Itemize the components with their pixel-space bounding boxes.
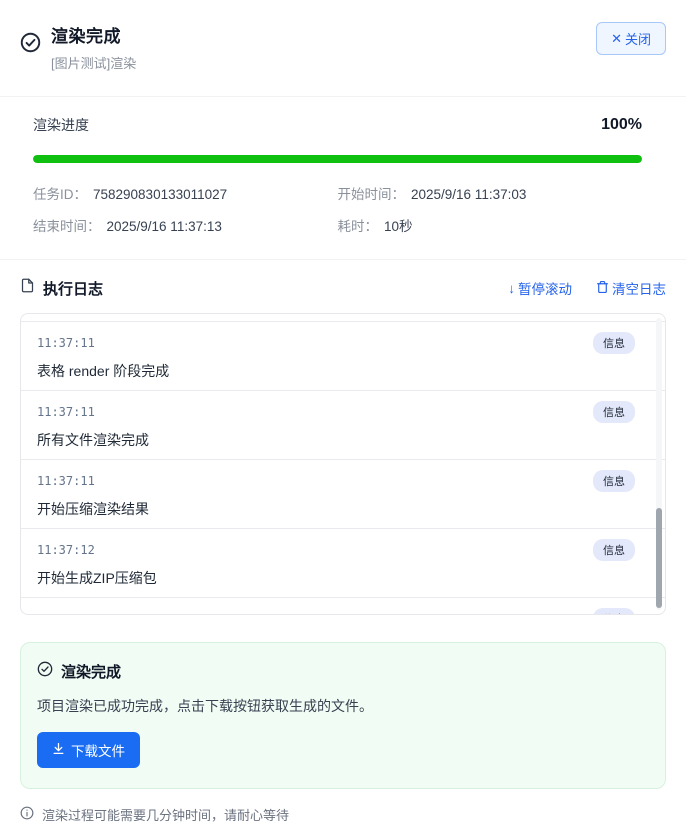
- render-complete-dialog: 渲染完成 [图片测试]渲染 ✕ 关闭 渲染进度 100% 任务ID： 7582908…: [0, 0, 686, 823]
- log-list[interactable]: 11:37:11 信息 表格 render 阶段完成 11:37:11 信息 所…: [20, 313, 666, 615]
- log-level-badge: 信息: [593, 608, 635, 614]
- success-panel: 渲染完成 项目渲染已成功完成，点击下载按钮获取生成的文件。 下载文件: [20, 642, 666, 789]
- page-title: 渲染完成: [51, 27, 121, 46]
- task-id-field: 任务ID： 758290830133011027: [33, 187, 228, 202]
- log-message: 表格 render 阶段完成: [37, 363, 170, 379]
- log-scrollbar-thumb[interactable]: [656, 508, 662, 608]
- log-timestamp: 11:37:11: [37, 405, 95, 419]
- log-timestamp: 11:37:11: [37, 336, 95, 350]
- page-subtitle: [图片测试]渲染: [51, 56, 137, 71]
- log-title: 执行日志: [43, 280, 104, 298]
- check-circle-icon: [20, 32, 41, 58]
- success-description: 项目渲染已成功完成，点击下载按钮获取生成的文件。: [37, 698, 373, 714]
- end-time-field: 结束时间： 2025/9/16 11:37:13: [33, 219, 222, 234]
- progress-bar-fill: [33, 155, 642, 163]
- close-icon: ✕: [611, 30, 622, 46]
- log-level-badge: 信息: [593, 401, 635, 423]
- log-message: 开始压缩渲染结果: [37, 501, 149, 517]
- log-timestamp: 11:37:12: [37, 543, 95, 557]
- log-level-badge: 信息: [593, 539, 635, 561]
- log-message: 所有文件渲染完成: [37, 432, 149, 448]
- log-entry: 11:37:11 信息 表格 render 阶段完成: [21, 321, 665, 390]
- clear-log-button[interactable]: 清空日志: [596, 278, 666, 298]
- footer-note: 渲染过程可能需要几分钟时间，请耐心等待: [0, 789, 686, 840]
- elapsed-field: 耗时： 10秒: [337, 219, 413, 234]
- log-timestamp: 11:37:12: [37, 612, 95, 614]
- log-entry: 11:37:11 信息 所有文件渲染完成: [21, 390, 665, 459]
- download-icon: [52, 742, 65, 758]
- progress-section: 渲染进度 100% 任务ID： 758290830133011027 开始时间： 2…: [0, 97, 686, 235]
- download-button[interactable]: 下载文件: [37, 732, 140, 768]
- log-partial-row: [21, 314, 665, 321]
- progress-percent: 100%: [601, 116, 642, 133]
- log-entry: 11:37:12 信息 开始生成ZIP压缩包: [21, 528, 665, 597]
- progress-label: 渲染进度: [33, 117, 89, 133]
- log-level-badge: 信息: [593, 332, 635, 354]
- pause-scroll-button[interactable]: ↓ 暂停滚动: [508, 278, 572, 298]
- header: 渲染完成 [图片测试]渲染 ✕ 关闭: [0, 0, 686, 72]
- info-icon: [20, 806, 34, 823]
- download-button-label: 下载文件: [71, 744, 125, 759]
- start-time-field: 开始时间： 2025/9/16 11:37:03: [337, 187, 527, 202]
- progress-bar: [33, 155, 642, 163]
- log-message: 开始生成ZIP压缩包: [37, 570, 157, 586]
- task-info-grid: 任务ID： 758290830133011027 开始时间： 2025/9/16 1…: [33, 183, 642, 235]
- close-button[interactable]: ✕ 关闭: [596, 22, 666, 55]
- trash-icon: [596, 280, 609, 297]
- log-level-badge: 信息: [593, 470, 635, 492]
- success-title: 渲染完成: [61, 664, 122, 681]
- log-timestamp: 11:37:11: [37, 474, 95, 488]
- document-icon: [20, 277, 35, 299]
- log-header: 执行日志 ↓ 暂停滚动 清空日志: [0, 260, 686, 313]
- log-entry: 11:37:12 信息 ZIP压缩包生成完成，文件ID: 75829087244…: [21, 597, 665, 614]
- close-button-label: 关闭: [624, 32, 651, 47]
- log-entry: 11:37:11 信息 开始压缩渲染结果: [21, 459, 665, 528]
- arrow-down-icon: ↓: [508, 280, 515, 296]
- check-circle-icon: [37, 661, 53, 682]
